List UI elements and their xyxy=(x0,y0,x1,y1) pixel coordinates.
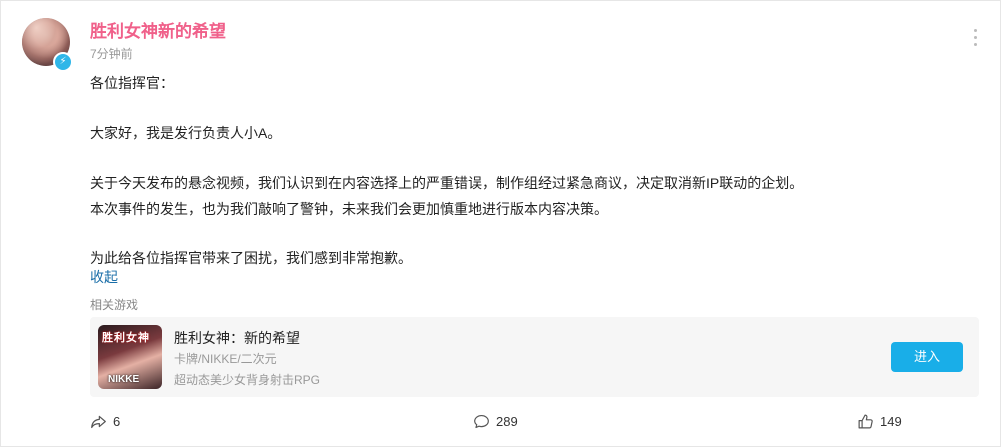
more-options-icon[interactable] xyxy=(967,29,983,49)
like-count: 149 xyxy=(880,414,902,429)
cover-title-top: 胜利女神 xyxy=(102,332,150,344)
game-name[interactable]: 胜利女神：新的希望 xyxy=(174,328,300,348)
comment-count: 289 xyxy=(496,414,518,429)
game-description: 超动态美少女背身射击RPG xyxy=(174,373,321,387)
comment-button[interactable]: 289 xyxy=(473,413,518,430)
cover-title-bottom: NIKKE xyxy=(108,374,140,385)
game-tags: 卡牌/NIKKE/二次元 xyxy=(174,352,277,366)
post-line: 为此给各位指挥官带来了困扰，我们感到非常抱歉。 xyxy=(90,250,412,266)
share-count: 6 xyxy=(113,414,121,429)
verified-badge-icon: ⚡ xyxy=(53,52,73,72)
post-card: ⚡ 胜利女神新的希望 7分钟前 各位指挥官： 大家好，我是发行负责人小A。 关于… xyxy=(0,0,1001,447)
thumbs-up-icon xyxy=(858,414,873,429)
game-cover-image[interactable]: 胜利女神 NIKKE xyxy=(98,325,162,389)
related-games-label: 相关游戏 xyxy=(90,298,139,312)
collapse-link[interactable]: 收起 xyxy=(90,267,118,287)
share-icon xyxy=(91,415,106,429)
post-line: 关于今天发布的悬念视频，我们认识到在内容选择上的严重错误，制作组经过紧急商议，决… xyxy=(90,175,804,191)
enter-game-button[interactable]: 进入 xyxy=(891,342,963,372)
author-name[interactable]: 胜利女神新的希望 xyxy=(90,17,226,42)
related-game-card[interactable]: 胜利女神 NIKKE 胜利女神：新的希望 卡牌/NIKKE/二次元 超动态美少女… xyxy=(90,317,979,397)
like-button[interactable]: 149 xyxy=(857,413,902,430)
post-line: 各位指挥官： xyxy=(90,75,174,91)
post-line: 本次事件的发生，也为我们敲响了警钟，未来我们会更加慎重地进行版本内容决策。 xyxy=(90,201,608,217)
post-line: 大家好，我是发行负责人小A。 xyxy=(90,125,282,141)
comment-icon xyxy=(474,414,489,429)
post-time: 7分钟前 xyxy=(90,47,133,61)
share-button[interactable]: 6 xyxy=(90,413,120,430)
